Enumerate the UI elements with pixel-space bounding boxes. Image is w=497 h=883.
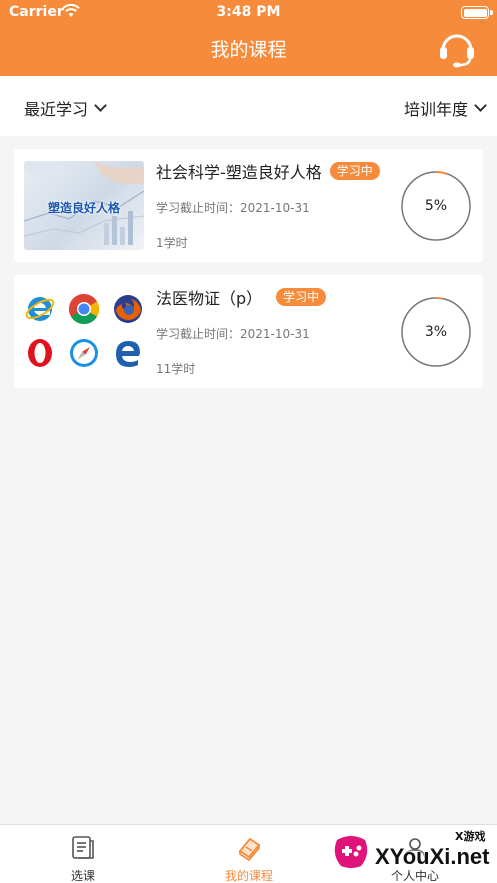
course-card[interactable]: 法医物证（p） 学习中 学习截止时间：2021-10-31 11学时 3% xyxy=(14,275,483,388)
ie-icon xyxy=(25,297,55,321)
opera-icon xyxy=(28,339,52,367)
course-thumbnail xyxy=(24,287,144,376)
course-title: 社会科学-塑造良好人格 xyxy=(156,163,322,182)
course-hours: 11学时 xyxy=(156,362,196,376)
status-badge: 学习中 xyxy=(276,288,327,306)
watermark-small-text: X游戏 xyxy=(455,830,486,843)
training-year-dropdown[interactable]: 培训年度 xyxy=(403,96,487,120)
course-thumbnail: 塑造良好人格 xyxy=(24,161,144,250)
recent-study-label: 最近学习 xyxy=(24,100,89,119)
firefox-icon xyxy=(114,295,142,323)
page-title: 我的课程 xyxy=(210,39,287,61)
course-title: 法医物证（p） xyxy=(156,289,263,308)
tab-my-courses[interactable]: 我的课程 xyxy=(166,825,332,883)
thumbnail-caption: 塑造良好人格 xyxy=(47,201,120,215)
tab-label: 我的课程 xyxy=(224,869,273,883)
progress-percent: 3% xyxy=(424,324,448,340)
status-badge: 学习中 xyxy=(329,162,380,180)
course-deadline: 学习截止时间：2021-10-31 xyxy=(156,201,310,215)
tab-label: 选课 xyxy=(70,869,95,883)
chevron-down-icon xyxy=(474,98,487,112)
course-card[interactable]: 塑造良好人格 社会科学-塑造良好人格 学习中 学习截止时间：2021-10-31… xyxy=(14,149,483,262)
edge-icon xyxy=(116,341,140,367)
battery-icon xyxy=(461,6,493,19)
course-hours: 1学时 xyxy=(156,236,188,250)
course-title-row: 法医物证（p） 学习中 xyxy=(156,285,327,309)
watermark-logo-icon xyxy=(334,836,368,868)
training-year-label: 培训年度 xyxy=(403,100,468,119)
status-time: 3:48 PM xyxy=(216,4,281,20)
course-title-row: 社会科学-塑造良好人格 学习中 xyxy=(156,159,380,183)
safari-icon xyxy=(70,339,98,367)
chevron-down-icon xyxy=(94,98,107,112)
headset-icon[interactable] xyxy=(436,30,478,68)
chrome-icon xyxy=(68,294,100,325)
course-deadline: 学习截止时间：2021-10-31 xyxy=(156,327,310,341)
tab-select-course[interactable]: 选课 xyxy=(0,825,166,883)
progress-percent: 5% xyxy=(424,198,448,214)
watermark-text: XYouXi.net xyxy=(375,844,490,869)
book-icon xyxy=(238,837,261,861)
watermark: X游戏 XYouXi.net xyxy=(325,826,497,883)
filter-bar: 最近学习 培训年度 xyxy=(0,76,497,136)
recent-study-dropdown[interactable]: 最近学习 xyxy=(24,96,107,120)
top-bar: Carrier 3:48 PM 我的课程 xyxy=(0,0,497,76)
status-bar: Carrier 3:48 PM xyxy=(0,0,497,26)
document-icon xyxy=(72,836,94,859)
